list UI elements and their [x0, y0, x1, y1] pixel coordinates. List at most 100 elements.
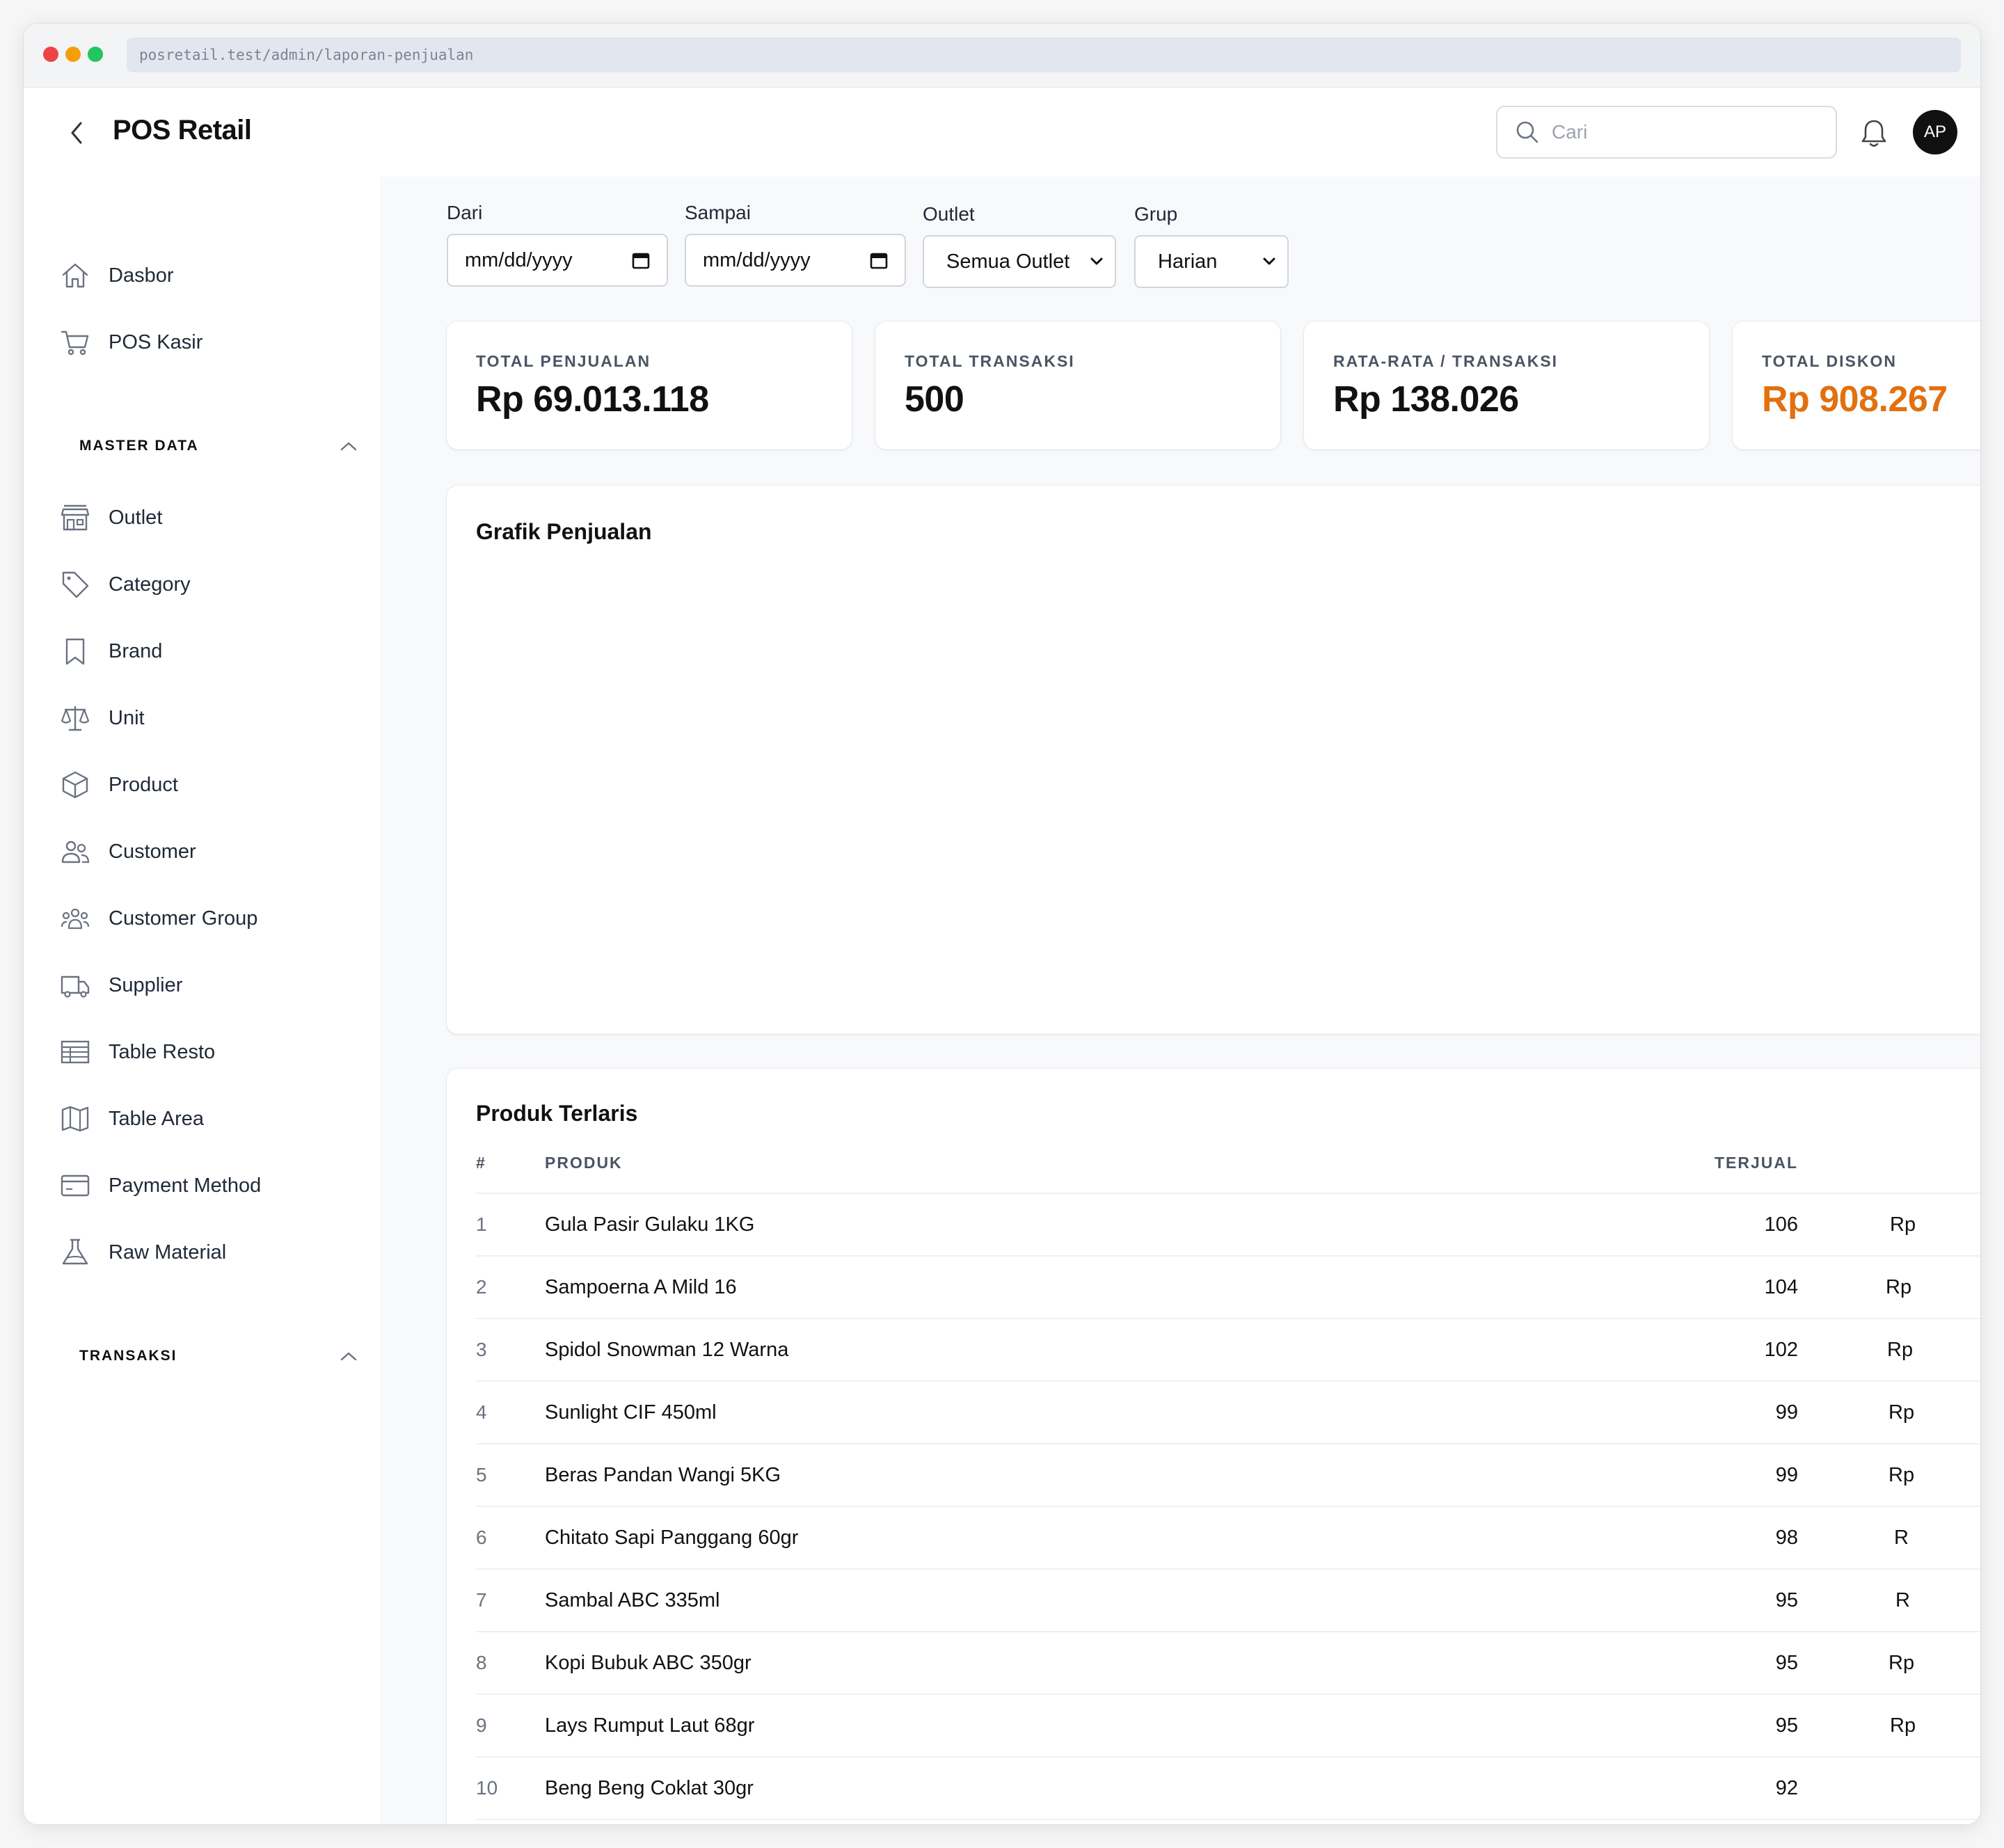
from-date-label: Dari: [447, 202, 483, 223]
sidebar-item-label: Unit: [109, 706, 145, 729]
sidebar-item-label: Product: [109, 773, 178, 796]
sidebar-item-label: Category: [109, 573, 191, 596]
credit-card-icon: [58, 1169, 92, 1202]
window-close-button[interactable]: [43, 47, 58, 62]
stat-card-total-diskon: TOTAL DISKON Rp 908.267: [1733, 321, 1980, 449]
sidebar-item-supplier[interactable]: Supplier: [58, 961, 351, 1010]
row-number: 7: [476, 1589, 487, 1611]
product-name: Beng Beng Coklat 30gr: [545, 1777, 754, 1799]
to-date-input[interactable]: mm/dd/yyyy: [685, 234, 906, 287]
outlet-select-value: Semua Outlet: [946, 250, 1070, 273]
product-revenue: R: [1894, 1527, 1909, 1549]
column-header-sold: TERJUAL: [1714, 1154, 1798, 1172]
stat-value: 500: [905, 379, 964, 420]
chevron-down-icon: [1090, 257, 1103, 265]
row-number: 1: [476, 1213, 487, 1235]
calendar-icon: [632, 253, 650, 269]
user-avatar[interactable]: AP: [1913, 110, 1957, 154]
sales-chart-card: Grafik Penjualan: [447, 486, 1980, 1034]
outlet-select[interactable]: Semua Outlet: [923, 235, 1116, 288]
notifications-button[interactable]: [1858, 118, 1890, 150]
sidebar-item-label: Customer Group: [109, 907, 258, 930]
sidebar-item-table-resto[interactable]: Table Resto: [58, 1028, 351, 1076]
table-row: 10 Beng Beng Coklat 30gr 92: [476, 1756, 1980, 1819]
sold-count: 95: [1775, 1652, 1798, 1674]
chevron-left-icon: [71, 122, 82, 144]
table-row: 7 Sambal ABC 335ml 95 R: [476, 1568, 1980, 1631]
sold-count: 106: [1764, 1213, 1798, 1236]
table-bottom-border: [476, 1819, 1980, 1820]
calendar-icon: [870, 253, 888, 269]
user-group-icon: [58, 902, 92, 935]
window-minimize-button[interactable]: [65, 47, 81, 62]
group-filter-label: Grup: [1134, 203, 1178, 225]
map-icon: [58, 1102, 92, 1136]
top-products-card: Produk Terlaris # PRODUK TERJUAL PI 1 Gu…: [447, 1069, 1980, 1824]
truck-icon: [58, 969, 92, 1002]
sidebar-item-unit[interactable]: Unit: [58, 694, 351, 742]
window-maximize-button[interactable]: [88, 47, 103, 62]
sidebar-item-label: Dasbor: [109, 264, 174, 287]
column-header-product: PRODUK: [545, 1154, 623, 1172]
group-select-value: Harian: [1158, 250, 1218, 273]
chart-title: Grafik Penjualan: [476, 519, 652, 544]
sidebar-item-product[interactable]: Product: [58, 760, 351, 809]
cart-icon: [58, 326, 92, 359]
chevron-down-icon: [1263, 257, 1275, 265]
stat-card-rata-rata: RATA-RATA / TRANSAKSI Rp 138.026: [1304, 321, 1709, 449]
from-date-input[interactable]: mm/dd/yyyy: [447, 234, 668, 287]
sidebar-item-payment-method[interactable]: Payment Method: [58, 1161, 351, 1210]
bell-icon: [1861, 120, 1886, 147]
table-row: 8 Kopi Bubuk ABC 350gr 95 Rp: [476, 1631, 1980, 1694]
row-number: 4: [476, 1401, 487, 1423]
from-date-value: mm/dd/yyyy: [465, 248, 573, 271]
table-row: 6 Chitato Sapi Panggang 60gr 98 R: [476, 1506, 1980, 1568]
outlet-filter-label: Outlet: [923, 203, 975, 225]
stat-card-total-penjualan: TOTAL PENJUALAN Rp 69.013.118: [447, 321, 852, 449]
table-row: 2 Sampoerna A Mild 16 104 Rp: [476, 1255, 1980, 1318]
search-box[interactable]: [1496, 106, 1837, 159]
row-number: 8: [476, 1652, 487, 1673]
table-row: 9 Lays Rumput Laut 68gr 95 Rp: [476, 1694, 1980, 1756]
sidebar-item-outlet[interactable]: Outlet: [58, 493, 351, 542]
top-products-title: Produk Terlaris: [476, 1101, 638, 1126]
sidebar-item-raw-material[interactable]: Raw Material: [58, 1228, 351, 1277]
sidebar-item-customer[interactable]: Customer: [58, 827, 351, 876]
product-name: Sunlight CIF 450ml: [545, 1401, 717, 1424]
flask-icon: [58, 1236, 92, 1269]
sidebar-item-table-area[interactable]: Table Area: [58, 1094, 351, 1143]
master-data-section-toggle[interactable]: MASTER DATA: [79, 429, 358, 463]
search-input[interactable]: [1552, 121, 1816, 143]
product-revenue: Rp: [1890, 1714, 1916, 1737]
row-number: 6: [476, 1527, 487, 1548]
sidebar-item-label: Raw Material: [109, 1241, 227, 1264]
column-header-number: #: [476, 1154, 486, 1172]
product-revenue: Rp: [1887, 1339, 1914, 1361]
sidebar-item-label: POS Kasir: [109, 330, 203, 353]
row-number: 3: [476, 1339, 487, 1360]
sidebar-item-label: Customer: [109, 840, 196, 863]
sold-count: 92: [1775, 1777, 1798, 1799]
product-revenue: Rp: [1886, 1276, 1912, 1298]
sidebar-item-label: Payment Method: [109, 1174, 262, 1197]
sidebar-item-dasbor[interactable]: Dasbor: [58, 251, 351, 300]
sidebar-item-pos-kasir[interactable]: POS Kasir: [58, 318, 351, 367]
product-name: Sampoerna A Mild 16: [545, 1276, 737, 1298]
app-title: POS Retail: [113, 115, 252, 145]
sidebar-item-brand[interactable]: Brand: [58, 627, 351, 676]
sidebar-item-customer-group[interactable]: Customer Group: [58, 894, 351, 943]
transaksi-section-toggle[interactable]: TRANSAKSI: [79, 1339, 358, 1373]
app-header: POS Retail AP: [24, 88, 1980, 177]
stat-value: Rp 138.026: [1333, 379, 1519, 420]
address-bar[interactable]: posretail.test/admin/laporan-penjualan: [127, 38, 1961, 72]
stat-value: Rp 908.267: [1762, 379, 1948, 420]
stat-label: RATA-RATA / TRANSAKSI: [1333, 352, 1559, 370]
browser-chrome: posretail.test/admin/laporan-penjualan: [24, 24, 1980, 88]
sold-count: 99: [1775, 1464, 1798, 1486]
sold-count: 99: [1775, 1401, 1798, 1424]
group-select[interactable]: Harian: [1134, 235, 1289, 288]
sidebar-item-label: Supplier: [109, 973, 183, 996]
back-button[interactable]: [58, 114, 96, 152]
product-revenue: R: [1895, 1589, 1910, 1611]
sidebar-item-category[interactable]: Category: [58, 560, 351, 609]
